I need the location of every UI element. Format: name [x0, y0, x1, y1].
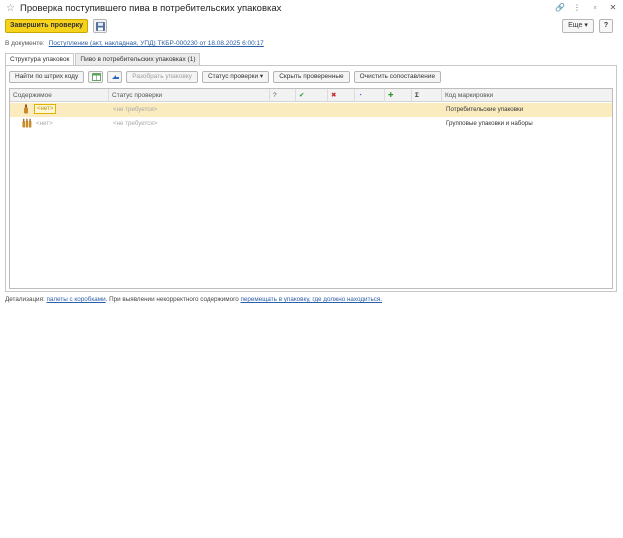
tab-bar: Структура упаковок Пиво в потребительски… — [5, 53, 201, 66]
more-actions-icon[interactable]: ⋮ — [573, 3, 581, 12]
tab-consumer-packages[interactable]: Пиво в потребительских упаковках (1) — [75, 53, 201, 65]
unpack-button[interactable]: Разобрать упаковку — [126, 71, 198, 83]
bottle-icon — [23, 103, 29, 117]
footer-middle-text: . При выявлении некорректного содержимог… — [105, 296, 239, 303]
code-cell: Групповые упаковки и наборы — [446, 120, 533, 127]
bottles-group-icon — [22, 117, 32, 131]
form-window: ☆ Проверка поступившего пива в потребите… — [0, 0, 623, 305]
maximize-icon[interactable]: ▫ — [591, 3, 599, 12]
window-title: Проверка поступившего пива в потребитель… — [20, 3, 282, 14]
plus-icon[interactable]: ✚ — [385, 89, 412, 102]
package-table: Содержимое Статус проверки ? ✔ ✖ ◔ ✚ Σ К… — [9, 88, 613, 289]
col-question[interactable]: ? — [270, 89, 296, 102]
table-row[interactable]: <нет> <не требуется> Групповые упаковки … — [10, 117, 612, 131]
floppy-icon — [96, 22, 105, 31]
pallets-link[interactable]: палеты с коробками — [47, 296, 106, 303]
status-cell: <не требуется> — [113, 106, 158, 113]
document-reference: В документе: Поступление (акт, накладная,… — [5, 40, 264, 47]
detail-footer: Детализация: палеты с коробками. При выя… — [5, 296, 382, 303]
tab-panel: Найти по штрих коду Разобрать упаковку С… — [5, 65, 617, 292]
title-bar: ☆ Проверка поступившего пива в потребите… — [0, 0, 623, 18]
move-to-package-link[interactable]: перемещать в упаковку, где должно находи… — [240, 296, 382, 303]
refresh-button[interactable] — [107, 71, 123, 83]
main-toolbar: Завершить проверку Еще ▾ ? — [5, 19, 617, 33]
status-cell: <не требуется> — [113, 120, 158, 127]
table-icon — [92, 73, 102, 81]
code-cell: Потребительские упаковки — [446, 106, 524, 113]
col-status[interactable]: Статус проверки — [109, 89, 270, 102]
check-icon[interactable]: ✔ — [296, 89, 328, 102]
table-header: Содержимое Статус проверки ? ✔ ✖ ◔ ✚ Σ К… — [10, 89, 612, 102]
save-button[interactable] — [93, 19, 107, 33]
table-row[interactable]: <нет> <не требуется> Потребительские упа… — [10, 103, 612, 117]
more-button[interactable]: Еще ▾ — [562, 19, 594, 33]
content-value: <нет> — [34, 104, 57, 115]
finish-check-button[interactable]: Завершить проверку — [5, 19, 88, 33]
close-icon[interactable]: ✕ — [609, 3, 617, 12]
hide-checked-button[interactable]: Скрыть проверенные — [273, 71, 350, 83]
cross-icon[interactable]: ✖ — [328, 89, 355, 102]
window-controls: 🔗 ⋮ ▫ ✕ — [555, 3, 617, 12]
help-button[interactable]: ? — [599, 19, 613, 33]
panel-toolbar: Найти по штрих коду Разобрать упаковку С… — [9, 71, 442, 83]
barcode-table-button[interactable] — [88, 71, 104, 83]
sigma-icon[interactable]: Σ — [412, 89, 442, 102]
content-cell[interactable]: <нет> — [34, 103, 57, 117]
check-status-dropdown[interactable]: Статус проверки ▾ — [201, 71, 270, 83]
col-marking-code[interactable]: Код маркировки — [442, 89, 612, 102]
link-icon[interactable]: 🔗 — [555, 3, 565, 12]
document-prefix: В документе: — [5, 40, 45, 47]
arrow-icon — [112, 75, 120, 79]
content-cell[interactable]: <нет> — [36, 117, 53, 131]
clear-matching-button[interactable]: Очистить сопоставление — [353, 71, 442, 83]
find-by-barcode-button[interactable]: Найти по штрих коду — [9, 71, 85, 83]
footer-prefix: Детализация: — [5, 296, 45, 303]
clock-icon[interactable]: ◔ — [355, 89, 385, 102]
document-link[interactable]: Поступление (акт, накладная, УПД) ТКБР-0… — [49, 40, 264, 47]
favorite-star-icon[interactable]: ☆ — [6, 3, 15, 14]
col-content[interactable]: Содержимое — [10, 89, 109, 102]
